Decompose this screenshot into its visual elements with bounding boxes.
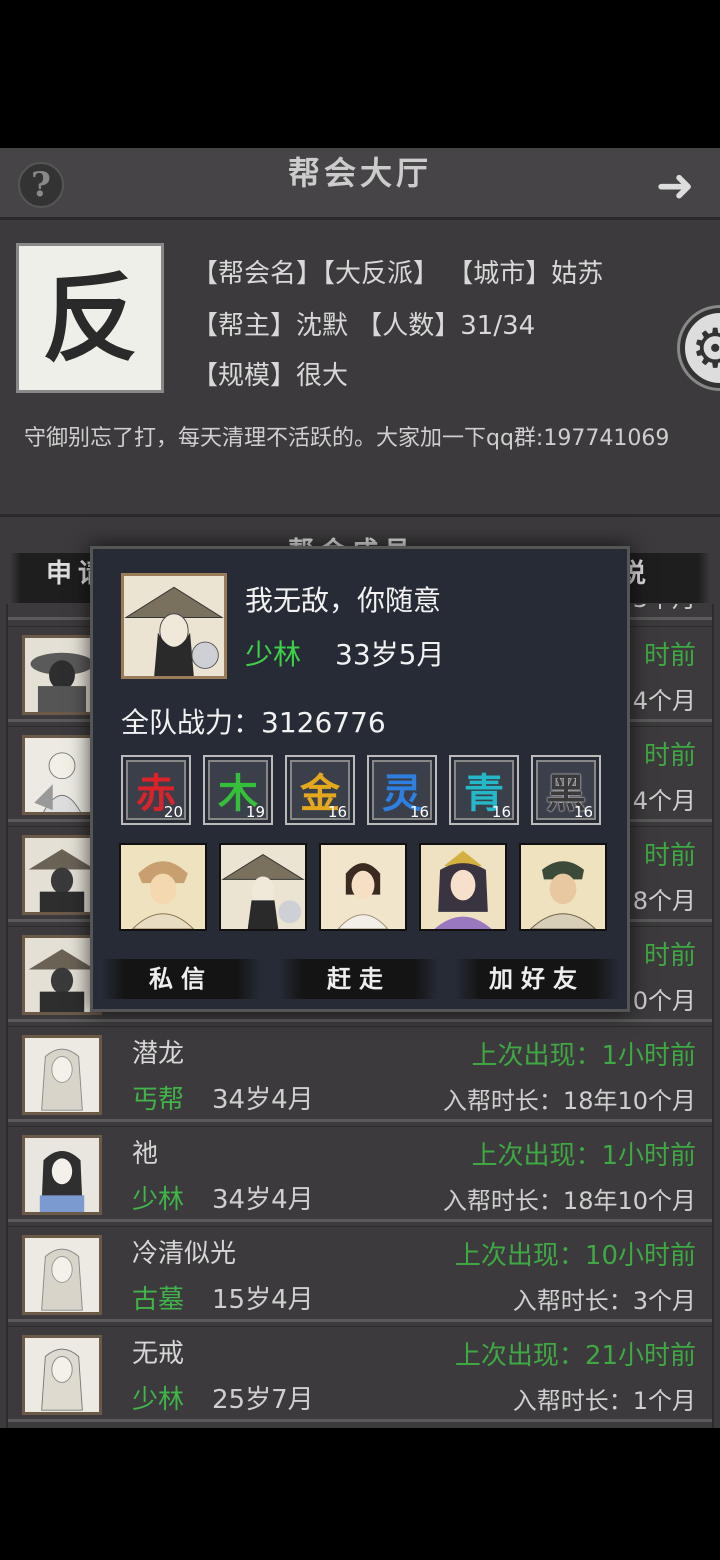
element-level: 19 xyxy=(245,803,265,821)
guild-scale: 【规模】很大 xyxy=(192,361,349,391)
element-level: 16 xyxy=(573,803,593,821)
member-duration: 0个月 xyxy=(632,987,696,1015)
header-bar: 帮会大厅 ? ➜ xyxy=(0,148,720,220)
element-badge-black: 黑 16 xyxy=(531,755,601,825)
help-button[interactable]: ? xyxy=(18,162,64,208)
member-name: 潜龙 xyxy=(132,1039,185,1069)
member-sect: 少林 xyxy=(132,1185,185,1215)
element-level: 20 xyxy=(163,803,183,821)
member-duration: 入帮时长：1个月 xyxy=(512,1387,696,1415)
member-duration: 入帮时长：18年10个月 xyxy=(442,1087,696,1115)
member-duration: 3个月 xyxy=(633,604,696,614)
element-badge-spirit: 灵 16 xyxy=(367,755,437,825)
player-name: 我无敌，你随意 xyxy=(245,584,442,617)
member-last-seen: 时前 xyxy=(643,741,696,771)
guild-notice: 守御别忘了打，每天清理不活跃的。大家加一下qq群:197741069 xyxy=(24,426,670,451)
guild-leader-count: 【帮主】沈默 【人数】31/34 xyxy=(192,311,536,341)
element-badge-gold: 金 16 xyxy=(285,755,355,825)
member-age: 34岁4月 xyxy=(212,1085,314,1115)
team-power: 全队战力：3126776 xyxy=(121,706,386,739)
member-row[interactable]: 冷清似光 古墓 15岁4月 上次出现：10小时前 入帮时长：3个月 xyxy=(8,1226,712,1322)
member-avatar xyxy=(22,1335,102,1415)
member-row[interactable]: 潜龙 丐帮 34岁4月 上次出现：1小时前 入帮时长：18年10个月 xyxy=(8,1026,712,1122)
member-last-seen: 时前 xyxy=(643,841,696,871)
guild-name-city: 【帮会名】【大反派】 【城市】姑苏 xyxy=(192,259,604,289)
member-duration: 入帮时长：3个月 xyxy=(512,1287,696,1315)
member-row[interactable]: 祂 少林 34岁4月 上次出现：1小时前 入帮时长：18年10个月 xyxy=(8,1126,712,1222)
member-name: 祂 xyxy=(132,1139,159,1169)
member-duration: 4个月 xyxy=(632,687,696,715)
player-avatar xyxy=(121,573,227,679)
member-row[interactable]: 无戒 少林 25岁7月 上次出现：21小时前 入帮时长：1个月 xyxy=(8,1326,712,1422)
player-sect: 少林 xyxy=(245,638,302,671)
member-avatar xyxy=(22,1135,102,1215)
member-age: 25岁7月 xyxy=(212,1385,314,1415)
private-message-button[interactable]: 私信 xyxy=(101,959,261,999)
gear-icon: ⚙ xyxy=(691,317,720,380)
member-age: 34岁4月 xyxy=(212,1185,314,1215)
team-hero-portrait xyxy=(119,843,207,931)
member-sect: 少林 xyxy=(132,1385,185,1415)
kick-member-button[interactable]: 赶走 xyxy=(279,959,439,999)
page-title: 帮会大厅 xyxy=(287,154,432,192)
member-sect: 丐帮 xyxy=(132,1085,185,1115)
member-avatar xyxy=(22,1235,102,1315)
member-name: 冷清似光 xyxy=(132,1239,237,1269)
member-last-seen: 上次出现：10小时前 xyxy=(454,1241,696,1271)
guild-hall-screen: 帮会大厅 ? ➜ 反 【帮会名】【大反派】 【城市】姑苏 【帮主】沈默 【人数】… xyxy=(0,148,720,1428)
member-age: 15岁4月 xyxy=(212,1285,314,1315)
member-sect: 古墓 xyxy=(132,1285,185,1315)
team-hero-portrait xyxy=(519,843,607,931)
member-last-seen: 时前 xyxy=(643,941,696,971)
member-last-seen: 上次出现：21小时前 xyxy=(454,1341,696,1371)
member-name: 无戒 xyxy=(132,1339,185,1369)
element-badge-wood: 木 19 xyxy=(203,755,273,825)
guild-emblem: 反 xyxy=(16,243,164,393)
element-badge-red: 赤 20 xyxy=(121,755,191,825)
element-badge-cyan: 青 16 xyxy=(449,755,519,825)
member-duration: 8个月 xyxy=(632,887,696,915)
member-last-seen: 上次出现：1小时前 xyxy=(471,1041,696,1071)
add-friend-button[interactable]: 加好友 xyxy=(455,959,619,999)
guild-info-panel: 反 【帮会名】【大反派】 【城市】姑苏 【帮主】沈默 【人数】31/34 【规模… xyxy=(0,223,720,513)
element-level: 16 xyxy=(327,803,347,821)
member-duration: 入帮时长：18年10个月 xyxy=(442,1187,696,1215)
player-age: 33岁5月 xyxy=(335,638,445,671)
member-avatar xyxy=(22,1035,102,1115)
team-hero-portrait xyxy=(419,843,507,931)
team-hero-portrait xyxy=(219,843,307,931)
member-last-seen: 上次出现：1小时前 xyxy=(471,1141,696,1171)
member-duration: 4个月 xyxy=(632,787,696,815)
member-last-seen: 时前 xyxy=(643,641,696,671)
team-hero-portrait xyxy=(319,843,407,931)
settings-button[interactable]: ⚙ xyxy=(680,308,720,388)
exit-arrow-button[interactable]: ➜ xyxy=(644,162,706,208)
player-profile-popup: 我无敌，你随意 少林 33岁5月 全队战力：3126776 赤 20 木 19 … xyxy=(90,546,630,1012)
element-level: 16 xyxy=(491,803,511,821)
element-level: 16 xyxy=(409,803,429,821)
